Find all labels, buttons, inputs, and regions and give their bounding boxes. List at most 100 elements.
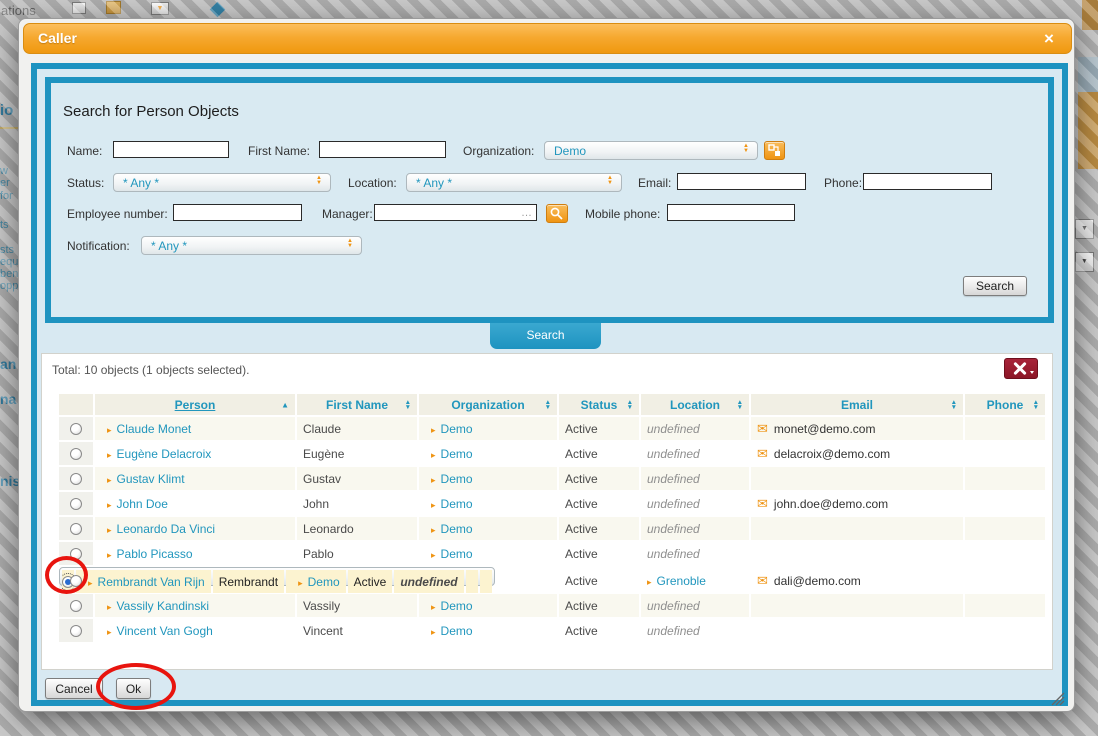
organization-select[interactable]: Demo ▲▼ [544,141,758,160]
person-link[interactable]: Vincent Van Gogh [117,624,213,638]
person-link[interactable]: Gustav Klimt [117,472,185,486]
column-header-label: Status [581,398,618,412]
table-row: ▸Vincent Van GoghVincent▸DemoActiveundef… [59,619,1045,642]
email-cell [751,594,963,617]
row-radio-button[interactable] [70,423,82,435]
person-link[interactable]: Claude Monet [117,422,192,436]
link-arrow-icon: ▸ [431,475,436,485]
notification-label: Notification: [67,239,130,253]
location-undefined: undefined [647,447,700,461]
table-row: ▸Leonardo Da VinciLeonardo▸DemoActiveund… [59,517,1045,540]
organization-link[interactable]: Demo [441,522,473,536]
column-header-organization[interactable]: Organization▲▼ [419,394,557,415]
name-input[interactable] [113,141,229,158]
manager-label: Manager: [322,207,373,221]
column-header-first-name[interactable]: First Name▲▼ [297,394,417,415]
row-radio-button[interactable] [70,473,82,485]
link-arrow-icon: ▸ [107,425,112,435]
row-radio-button[interactable] [70,448,82,460]
organization-link[interactable]: Demo [441,422,473,436]
employee-number-input[interactable] [173,204,302,221]
manager-search-button[interactable] [546,204,568,223]
first-name-cell: Leonardo [297,517,417,540]
cancel-button[interactable]: Cancel [45,678,103,699]
notification-select[interactable]: * Any * ▲▼ [141,236,362,255]
status-cell: Active [559,467,639,490]
link-arrow-icon: ▸ [431,500,436,510]
table-row: ▸Rembrandt Van RijnRembrandt▸DemoActiveu… [59,567,495,586]
location-cell: undefined [641,417,749,440]
table-row: ▸Vassily KandinskiVassily▸DemoActiveunde… [59,594,1045,617]
first-name-cell: Vassily [297,594,417,617]
person-link[interactable]: Rembrandt Van Rijn [98,575,205,589]
status-cell: Active [559,619,639,642]
organization-link[interactable]: Demo [308,575,340,589]
ok-button[interactable]: Ok [116,678,151,699]
column-header-label: Phone [987,398,1024,412]
organization-link[interactable]: Demo [441,624,473,638]
search-button[interactable]: Search [963,276,1027,296]
organization-link[interactable]: Demo [441,599,473,613]
search-tab[interactable]: Search [490,323,601,349]
email-cell [751,517,963,540]
mobile-phone-input[interactable] [667,204,795,221]
table-tools-button[interactable] [1004,358,1038,379]
status-cell: Active [559,569,639,592]
column-header-email[interactable]: Email▲▼ [751,394,963,415]
column-header-location[interactable]: Location▲▼ [641,394,749,415]
organization-link[interactable]: Demo [441,497,473,511]
column-header-status[interactable]: Status▲▼ [559,394,639,415]
location-select[interactable]: * Any * ▲▼ [406,173,622,192]
mobile-phone-label: Mobile phone: [585,207,660,221]
phone-cell [965,442,1045,465]
organization-cell: ▸Demo [419,442,557,465]
email-input[interactable] [677,173,806,190]
email-cell [751,467,963,490]
link-arrow-icon: ▸ [107,550,112,560]
radio-cell [59,619,93,642]
organization-link[interactable]: Demo [441,472,473,486]
dialog-titlebar[interactable]: Caller × [23,23,1072,54]
status-cell: Active [559,542,639,565]
select-arrows-icon: ▲▼ [743,144,749,154]
radio-cell [59,517,93,540]
location-cell: undefined [641,442,749,465]
status-label: Status: [67,176,104,190]
table-row: ▸Claude MonetClaude▸DemoActiveundefined✉… [59,417,1045,440]
organization-tree-button[interactable] [764,141,785,160]
manager-input[interactable]: … [374,204,537,221]
email-cell: ✉john.doe@demo.com [751,492,963,515]
table-row: ▸Pablo PicassoPablo▸DemoActiveundefined [59,542,1045,565]
person-link[interactable]: John Doe [117,497,168,511]
email-text: monet@demo.com [774,422,876,436]
column-header-phone[interactable]: Phone▲▼ [965,394,1045,415]
phone-input[interactable] [863,173,992,190]
organization-cell: ▸Demo [419,594,557,617]
envelope-icon: ✉ [757,446,768,461]
close-icon[interactable]: × [1039,29,1059,49]
column-header-person[interactable]: Person▲ [95,394,295,415]
person-link[interactable]: Vassily Kandinski [117,599,209,613]
dialog-title: Caller [38,30,77,46]
row-radio-button[interactable] [70,600,82,612]
email-cell [751,542,963,565]
row-radio-button[interactable] [70,498,82,510]
person-link[interactable]: Leonardo Da Vinci [117,522,216,536]
person-link[interactable]: Pablo Picasso [117,547,193,561]
organization-link[interactable]: Demo [441,547,473,561]
organization-label: Organization: [463,144,534,158]
row-radio-button[interactable] [70,523,82,535]
results-table-body: ▸Claude MonetClaude▸DemoActiveundefined✉… [59,417,1045,642]
phone-cell [965,542,1045,565]
person-link[interactable]: Eugène Delacroix [117,447,212,461]
status-cell: Active [559,517,639,540]
status-select[interactable]: * Any * ▲▼ [113,173,331,192]
row-radio-button[interactable] [70,625,82,637]
row-radio-button[interactable] [70,548,82,560]
location-cell: undefined [641,492,749,515]
resize-handle-icon[interactable] [1048,689,1066,707]
organization-link[interactable]: Demo [441,447,473,461]
first-name-input[interactable] [319,141,446,158]
location-link[interactable]: Grenoble [657,574,706,588]
search-panel: Search for Person Objects Name: First Na… [45,77,1054,323]
